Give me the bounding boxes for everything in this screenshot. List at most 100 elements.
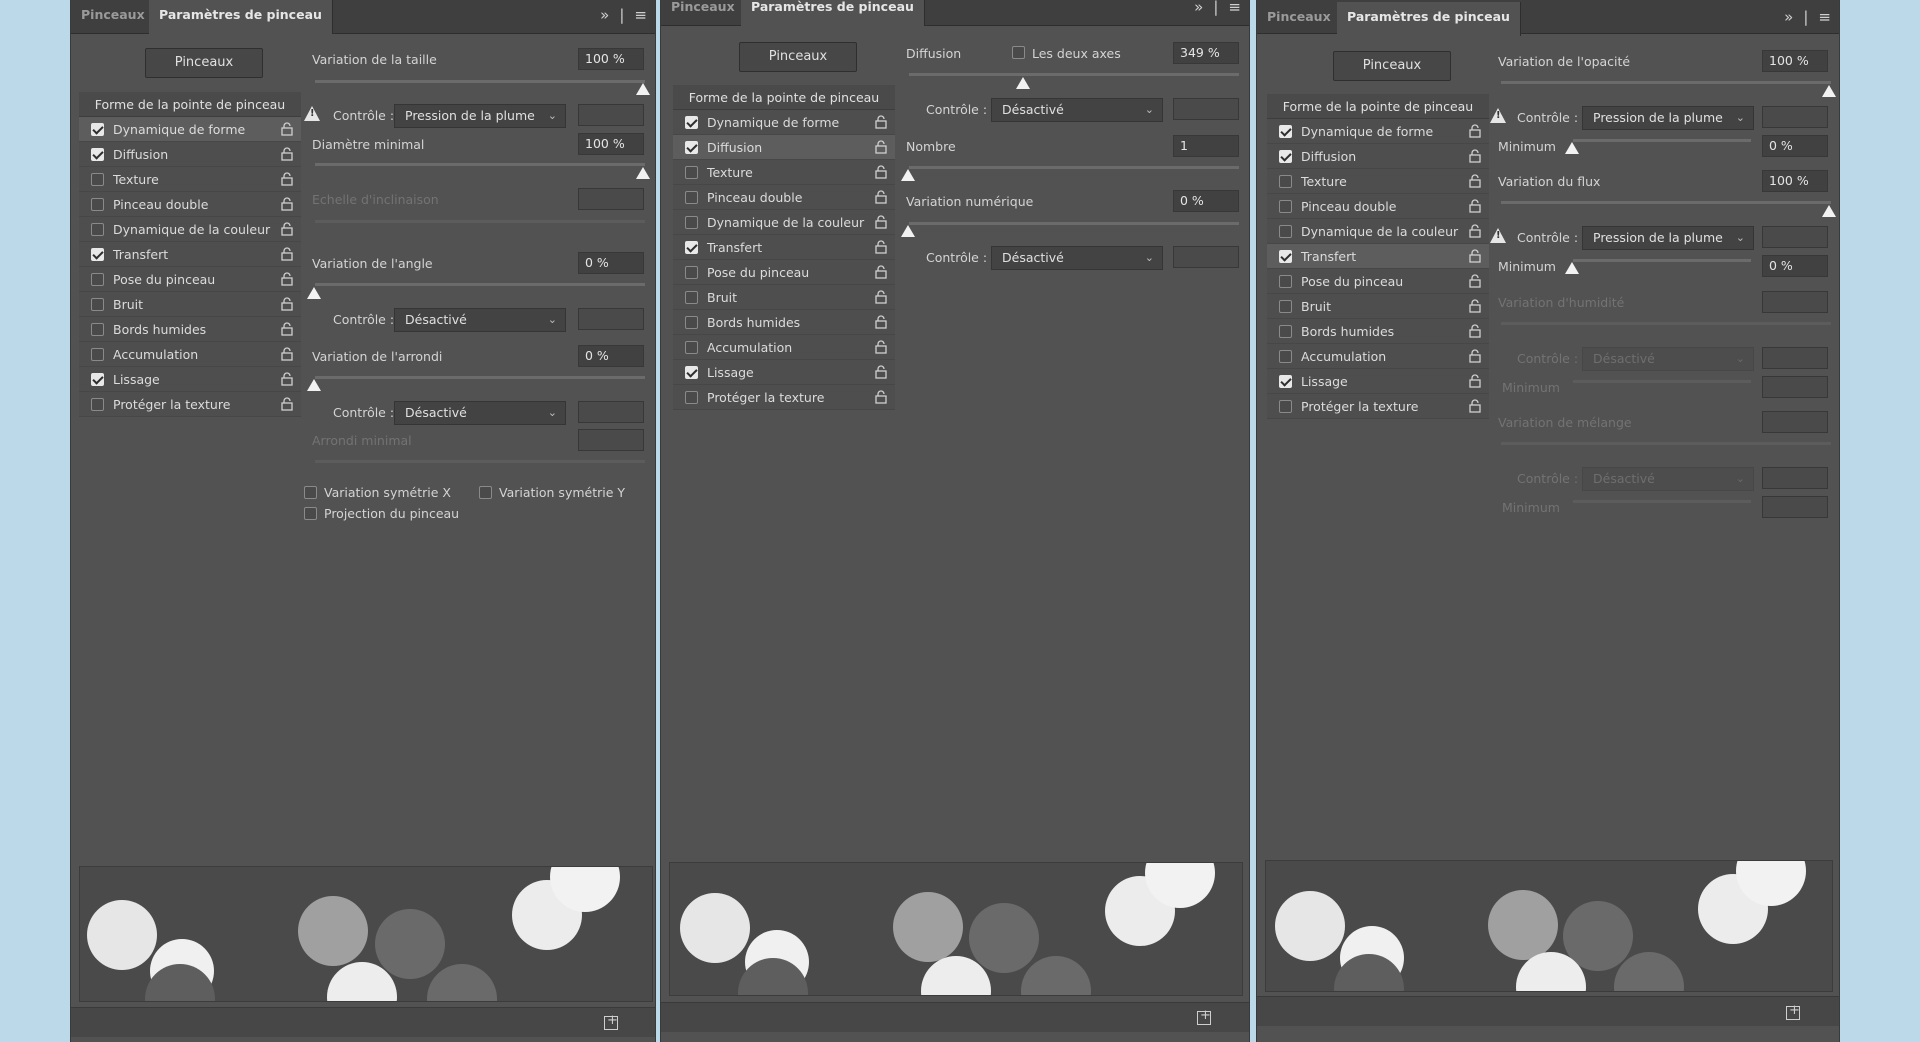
tab-brushes[interactable]: Pinceaux: [71, 0, 155, 34]
lock-icon[interactable]: [281, 347, 293, 361]
lock-icon[interactable]: [875, 290, 887, 304]
settings-list-item[interactable]: Protéger la texture: [673, 385, 895, 410]
lock-icon[interactable]: [281, 322, 293, 336]
settings-list-item[interactable]: Bords humides: [673, 310, 895, 335]
item-checkbox[interactable]: [1279, 325, 1292, 338]
lock-icon[interactable]: [875, 215, 887, 229]
count-slider[interactable]: [909, 166, 1239, 169]
flip-x-checkbox[interactable]: [304, 486, 317, 499]
item-checkbox[interactable]: [91, 273, 104, 286]
brushes-button[interactable]: Pinceaux: [145, 48, 263, 78]
count-jitter-slider[interactable]: [909, 222, 1239, 225]
settings-list-item[interactable]: Bruit: [1267, 294, 1489, 319]
lock-icon[interactable]: [1469, 199, 1481, 213]
item-checkbox[interactable]: [91, 248, 104, 261]
control-dropdown[interactable]: Pression de la plume ⌄: [394, 104, 566, 128]
settings-list-item[interactable]: Transfert: [673, 235, 895, 260]
min-diameter-slider[interactable]: [315, 163, 645, 166]
settings-list-item[interactable]: Dynamique de la couleur: [673, 210, 895, 235]
slider-thumb[interactable]: [1565, 142, 1579, 154]
settings-list-item[interactable]: Pose du pinceau: [1267, 269, 1489, 294]
item-checkbox[interactable]: [1279, 200, 1292, 213]
item-checkbox[interactable]: [685, 316, 698, 329]
lock-icon[interactable]: [1469, 224, 1481, 238]
slider-thumb[interactable]: [1565, 262, 1579, 274]
lock-icon[interactable]: [281, 222, 293, 236]
roundness-jitter-slider[interactable]: [315, 376, 645, 379]
new-brush-icon[interactable]: [1197, 1008, 1211, 1025]
settings-list-item[interactable]: Texture: [673, 160, 895, 185]
minimum-slider[interactable]: [1573, 139, 1751, 142]
settings-list-item[interactable]: Lissage: [79, 367, 301, 392]
settings-list-item[interactable]: Transfert: [79, 242, 301, 267]
lock-icon[interactable]: [281, 172, 293, 186]
settings-list-item[interactable]: Pose du pinceau: [79, 267, 301, 292]
settings-list-item[interactable]: Texture: [79, 167, 301, 192]
flip-y-checkbox[interactable]: [479, 486, 492, 499]
settings-list-item[interactable]: Pinceau double: [79, 192, 301, 217]
lock-icon[interactable]: [281, 122, 293, 136]
flow-jitter-value[interactable]: 100 %: [1762, 170, 1828, 192]
angle-jitter-slider[interactable]: [315, 283, 645, 286]
slider-thumb[interactable]: [636, 83, 650, 95]
settings-list-item[interactable]: Diffusion: [673, 135, 895, 160]
slider-thumb[interactable]: [1822, 85, 1836, 97]
lock-icon[interactable]: [1469, 274, 1481, 288]
settings-list-item[interactable]: Bords humides: [79, 317, 301, 342]
item-checkbox[interactable]: [1279, 150, 1292, 163]
menu-icon[interactable]: ≡: [1818, 8, 1831, 26]
slider-thumb[interactable]: [901, 169, 915, 181]
lock-icon[interactable]: [1469, 124, 1481, 138]
settings-list-item[interactable]: Lissage: [673, 360, 895, 385]
lock-icon[interactable]: [875, 390, 887, 404]
menu-icon[interactable]: ≡: [634, 6, 647, 24]
opacity-jitter-value[interactable]: 100 %: [1762, 50, 1828, 72]
item-checkbox[interactable]: [685, 366, 698, 379]
lock-icon[interactable]: [1469, 149, 1481, 163]
settings-list-item[interactable]: Accumulation: [1267, 344, 1489, 369]
lock-icon[interactable]: [1469, 174, 1481, 188]
minimum-slider[interactable]: [1573, 259, 1751, 262]
min-diameter-value[interactable]: 100 %: [578, 133, 644, 155]
settings-list-item[interactable]: Dynamique de forme: [79, 117, 301, 142]
settings-list-item[interactable]: Pose du pinceau: [673, 260, 895, 285]
slider-thumb[interactable]: [307, 379, 321, 391]
item-checkbox[interactable]: [1279, 400, 1292, 413]
item-checkbox[interactable]: [91, 223, 104, 236]
item-checkbox[interactable]: [685, 291, 698, 304]
tab-brushes[interactable]: Pinceaux: [661, 0, 745, 26]
lock-icon[interactable]: [281, 297, 293, 311]
tab-brush-settings[interactable]: Paramètres de pinceau: [1337, 2, 1521, 36]
lock-icon[interactable]: [281, 197, 293, 211]
control-dropdown[interactable]: Désactivé ⌄: [394, 401, 566, 425]
lock-icon[interactable]: [875, 340, 887, 354]
lock-icon[interactable]: [1469, 324, 1481, 338]
size-jitter-slider[interactable]: [315, 80, 645, 83]
control-dropdown[interactable]: Pression de la plume ⌄: [1582, 106, 1754, 130]
tab-brush-settings[interactable]: Paramètres de pinceau: [741, 0, 925, 26]
settings-list-item[interactable]: Bords humides: [1267, 319, 1489, 344]
lock-icon[interactable]: [1469, 374, 1481, 388]
settings-list-item[interactable]: Pinceau double: [1267, 194, 1489, 219]
item-checkbox[interactable]: [685, 216, 698, 229]
item-checkbox[interactable]: [1279, 250, 1292, 263]
settings-list-item[interactable]: Dynamique de forme: [1267, 119, 1489, 144]
scatter-slider[interactable]: [909, 73, 1239, 76]
slider-thumb[interactable]: [1822, 205, 1836, 217]
minimum-value[interactable]: 0 %: [1762, 135, 1828, 157]
slider-thumb[interactable]: [1016, 77, 1030, 89]
tab-brush-settings[interactable]: Paramètres de pinceau: [149, 0, 333, 34]
lock-icon[interactable]: [281, 247, 293, 261]
opacity-jitter-slider[interactable]: [1501, 81, 1831, 84]
collapse-icon[interactable]: »: [600, 6, 609, 24]
roundness-jitter-value[interactable]: 0 %: [578, 345, 644, 367]
item-checkbox[interactable]: [685, 166, 698, 179]
settings-list-item[interactable]: Pinceau double: [673, 185, 895, 210]
settings-list-item[interactable]: Transfert: [1267, 244, 1489, 269]
item-checkbox[interactable]: [1279, 300, 1292, 313]
item-checkbox[interactable]: [91, 198, 104, 211]
item-checkbox[interactable]: [1279, 125, 1292, 138]
item-checkbox[interactable]: [91, 323, 104, 336]
tab-brushes[interactable]: Pinceaux: [1257, 2, 1341, 36]
settings-list-item[interactable]: Protéger la texture: [1267, 394, 1489, 419]
